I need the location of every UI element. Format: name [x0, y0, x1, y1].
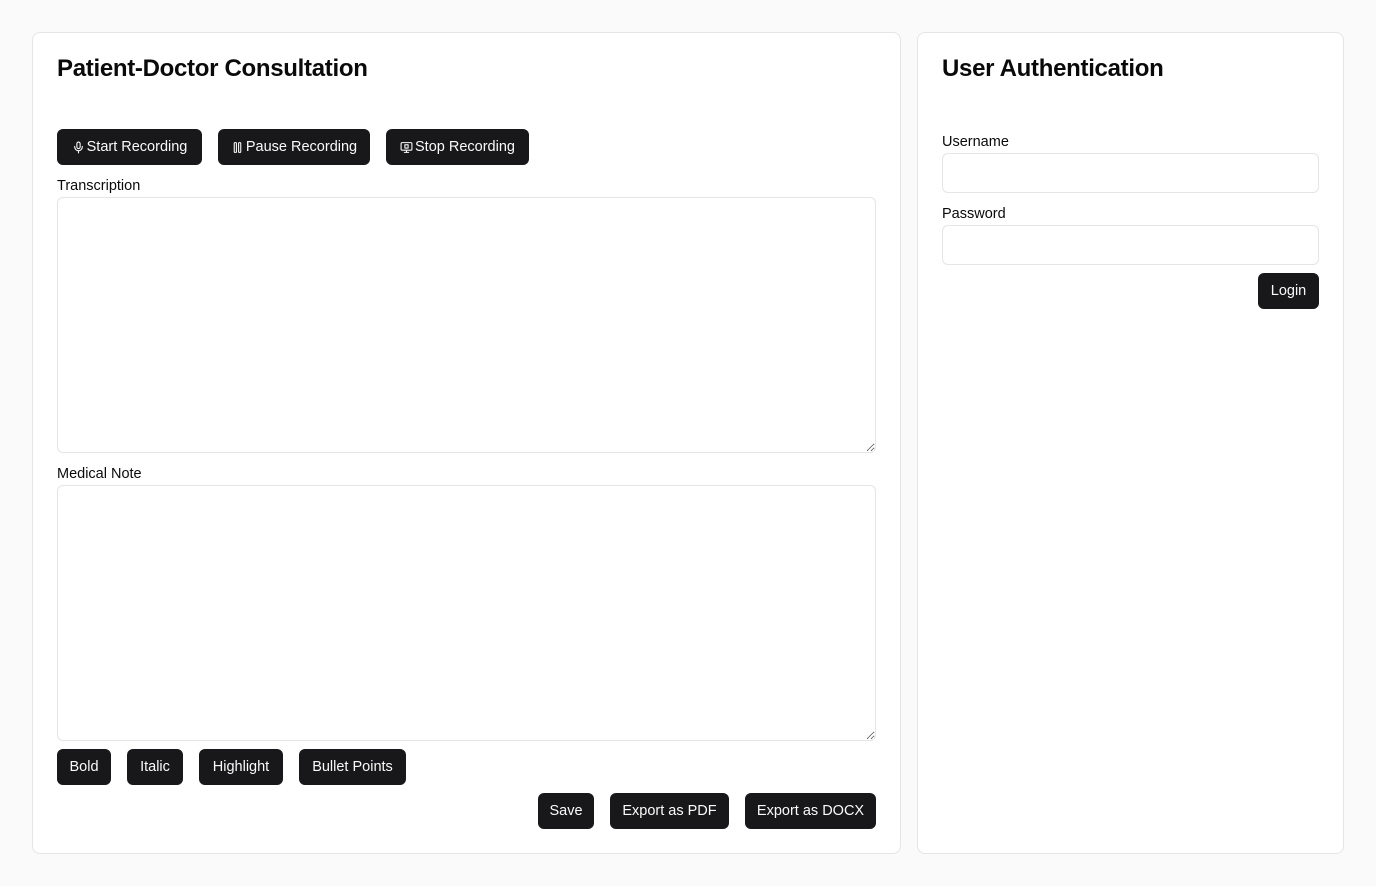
login-button[interactable]: Login — [1258, 273, 1319, 309]
password-input[interactable] — [942, 225, 1319, 265]
medical-note-textarea[interactable] — [57, 485, 876, 741]
stop-recording-label: Stop Recording — [415, 139, 515, 155]
bold-button[interactable]: Bold — [57, 749, 111, 785]
italic-button[interactable]: Italic — [127, 749, 183, 785]
start-recording-label: Start Recording — [86, 139, 188, 155]
save-button[interactable]: Save — [538, 793, 594, 829]
consultation-panel: Patient-Doctor Consultation Start Record… — [32, 32, 901, 854]
transcription-label: Transcription — [57, 178, 141, 194]
auth-panel: User Authentication Username Password Lo… — [917, 32, 1344, 854]
username-label: Username — [942, 134, 1009, 150]
consultation-title: Patient-Doctor Consultation — [57, 55, 368, 82]
transcription-textarea[interactable] — [57, 197, 876, 453]
start-recording-button[interactable]: Start Recording — [57, 129, 202, 165]
screen-stop-icon — [400, 141, 413, 154]
username-input[interactable] — [942, 153, 1319, 193]
bullet-points-button[interactable]: Bullet Points — [299, 749, 406, 785]
export-pdf-button[interactable]: Export as PDF — [610, 793, 729, 829]
highlight-button[interactable]: Highlight — [199, 749, 283, 785]
auth-title: User Authentication — [942, 55, 1164, 82]
password-label: Password — [942, 206, 1006, 222]
pause-recording-label: Pause Recording — [245, 139, 358, 155]
pause-recording-button[interactable]: Pause Recording — [218, 129, 370, 165]
export-docx-button[interactable]: Export as DOCX — [745, 793, 876, 829]
mic-icon — [72, 141, 85, 154]
stop-recording-button[interactable]: Stop Recording — [386, 129, 529, 165]
medical-note-label: Medical Note — [57, 466, 142, 482]
pause-icon — [231, 141, 244, 154]
